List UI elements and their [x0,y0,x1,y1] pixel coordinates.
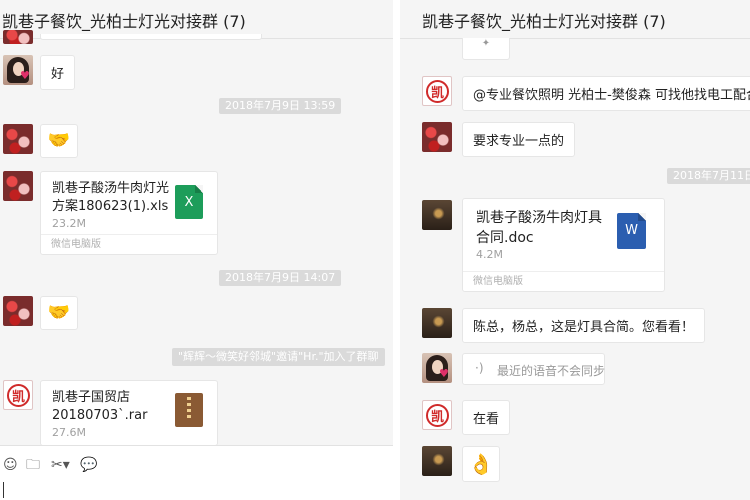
message-timestamp: 2018年7月9日 13:59 [219,98,342,114]
file-name: 凯巷子酸汤牛肉灯光 方案180623(1).xls [52,180,169,216]
file-name-line: 凯巷子酸汤牛肉灯光 [52,181,170,196]
folder-icon[interactable]: 🗀 [26,456,40,474]
page-fold [638,213,646,221]
message-timestamp: 2018年7月9日 14:07 [219,270,342,286]
handshake-emoji[interactable]: 🤝 [40,124,78,158]
file-source-label: 微信电脑版 [41,234,217,254]
avatar[interactable] [3,296,33,326]
avatar[interactable] [422,122,452,152]
file-name-line: 合同.doc [476,230,534,246]
panel-divider [393,0,400,500]
file-size: 4.2M [476,248,503,261]
avatar[interactable] [3,124,33,154]
message-bubble[interactable]: 好 [40,55,76,90]
file-name-line: 20180703`.rar [52,408,148,423]
file-source-label: 微信电脑版 [463,271,664,291]
ok-hand-emoji[interactable]: 👌 [462,446,500,482]
message-bubble[interactable]: 陈总，杨总，这是灯具合简。您看看！ [462,308,706,343]
voice-wave-icon: ·) [475,361,484,375]
file-message-card[interactable]: 凯巷子酸汤牛肉灯光 方案180623(1).xls 23.2M X 微信电脑版 [40,171,218,255]
avatar[interactable] [3,171,33,201]
message-bubble[interactable]: 要求专业一点的 [462,122,576,157]
voice-message[interactable]: ·) 最近的语音不会同步 [462,353,605,385]
message-input-area[interactable]: ☺ 🗀 ✂▾ 💬 [0,445,393,500]
left-chat-window: 凯巷子餐饮_光柏士灯光对接群 (7) ♥ 好 2018年7月9日 13:59 🤝… [0,0,393,500]
system-notice: "辉辉～微笑好邻城"邀请"Hr."加入了群聊 [172,348,385,366]
avatar[interactable] [3,30,33,44]
file-name-line: 凯巷子国贸店 [52,390,131,405]
avatar[interactable] [422,308,452,338]
avatar[interactable]: ♥ [422,353,452,383]
handshake-emoji[interactable]: 🤝 [40,296,78,330]
avatar[interactable]: ♥ [3,55,33,85]
right-chat-window: 凯巷子餐饮_光柏士灯光对接群 (7) ✦ 凯 @专业餐饮照明 光柏士-樊俊森 可… [400,0,750,500]
title-divider [400,38,750,39]
file-type-letter: W [625,223,638,238]
avatar[interactable]: 凯 [422,76,452,106]
avatar[interactable] [422,446,452,476]
file-message-card[interactable]: 凯巷子国贸店 20180703`.rar 27.6M [40,380,218,446]
chat-title: 凯巷子餐饮_光柏士灯光对接群 (7) [422,12,666,31]
heart-icon: ♥ [20,69,30,82]
screenshot-scissors-icon[interactable]: ✂▾ [51,456,70,474]
file-size: 23.2M [52,217,86,230]
avatar[interactable]: 凯 [3,380,33,410]
file-name-line: 方案180623(1).xls [52,199,169,214]
file-name: 凯巷子酸汤牛肉灯具 合同.doc [476,208,602,248]
zipper-mark [187,397,191,421]
voice-sync-notice: 最近的语音不会同步 [497,364,606,378]
word-file-icon: W [617,213,646,249]
message-bubble[interactable]: 在看 [462,400,511,435]
avatar[interactable]: 凯 [422,400,452,430]
file-message-card[interactable]: 凯巷子酸汤牛肉灯具 合同.doc 4.2M W 微信电脑版 [462,198,665,292]
file-name: 凯巷子国贸店 20180703`.rar [52,389,147,425]
file-name-line: 凯巷子酸汤牛肉灯具 [476,210,602,226]
screen: 凯巷子餐饮_光柏士灯光对接群 (7) ♥ 好 2018年7月9日 13:59 🤝… [0,0,750,500]
chat-title: 凯巷子餐饮_光柏士灯光对接群 (7) [2,12,246,31]
avatar-logo-mark: 凯 [12,390,26,405]
chat-history-icon[interactable]: 💬 [80,456,97,474]
excel-file-icon: X [175,185,203,219]
message-bubble[interactable]: @专业餐饮照明 光柏士-樊俊森 可找他找电工配合 [462,76,750,111]
message-timestamp: 2018年7月11日 [667,168,750,184]
file-size: 27.6M [52,426,86,439]
avatar[interactable] [422,200,452,230]
previous-message-bubble[interactable]: ✦ [462,38,510,60]
avatar-logo-mark: 凯 [431,410,445,425]
archive-file-icon [175,393,203,427]
page-fold [195,185,203,193]
emoji-picker-icon[interactable]: ☺ [3,456,18,474]
heart-icon: ♥ [439,367,449,380]
previous-message-bubble[interactable] [40,34,262,40]
file-type-letter: X [184,195,194,210]
avatar-logo-mark: 凯 [431,86,445,101]
text-cursor [3,482,4,498]
